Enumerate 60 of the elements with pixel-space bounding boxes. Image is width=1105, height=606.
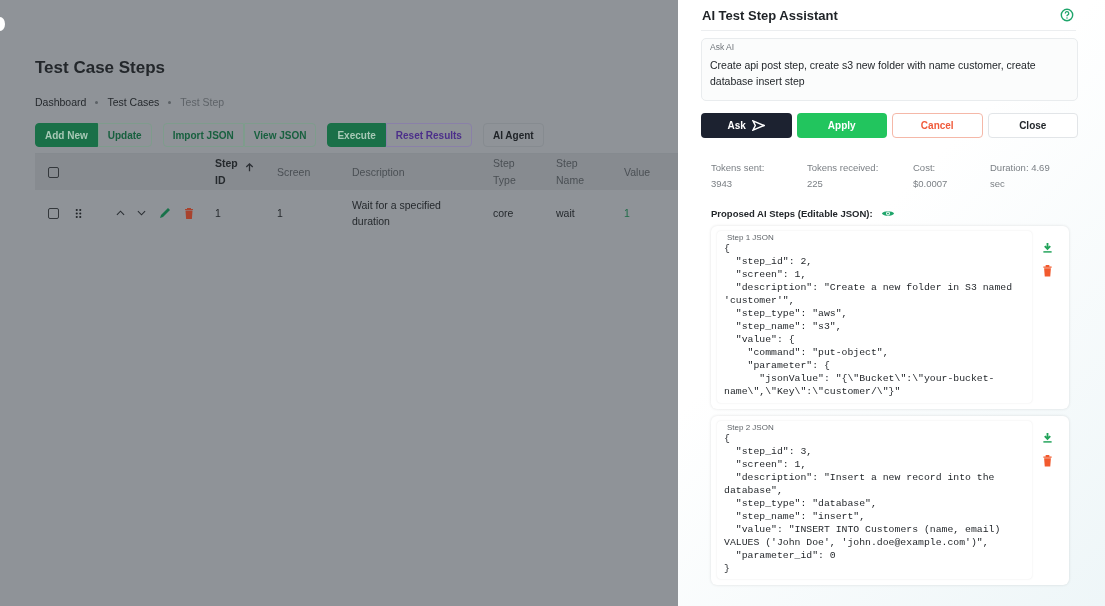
toolbar-button[interactable]: View JSON bbox=[243, 123, 317, 147]
panel-title: AI Test Step Assistant bbox=[702, 7, 838, 23]
select-all-checkbox[interactable] bbox=[48, 166, 59, 178]
page-title: Test Case Steps bbox=[35, 58, 167, 78]
toolbar-button[interactable]: Import JSON bbox=[162, 123, 244, 147]
field-label: Step 2 JSON bbox=[727, 423, 775, 432]
stat-value: 3943 bbox=[711, 177, 734, 191]
breadcrumb-link[interactable]: Dashboard bbox=[35, 96, 87, 108]
help-icon[interactable] bbox=[1060, 8, 1074, 22]
table-cell-text: wait bbox=[556, 206, 575, 221]
action-button[interactable]: Ask bbox=[701, 113, 792, 138]
trash-icon[interactable] bbox=[1042, 454, 1053, 467]
action-button[interactable]: Cancel bbox=[892, 113, 983, 138]
json-text: { "step_id": 2, "screen": 1, "description": "Create a new folder in S3 named 'customer'", "step_type": "aws", "step_name": "s3", "value": { "command": "put-object", "parameter": { "jsonValue": "{\"Bucket\":\"your-bucket-name\",\"Key\":\"customer/\"}" bbox=[724, 242, 1014, 398]
column-header[interactable]: Value bbox=[624, 163, 651, 181]
column-header[interactable]: Step Name bbox=[556, 155, 584, 189]
stat-label: Tokens sent: bbox=[711, 161, 766, 175]
stat-label: Duration: 4.69 bbox=[990, 161, 1051, 175]
sort-arrow-icon[interactable] bbox=[243, 161, 255, 173]
download-icon[interactable] bbox=[1042, 431, 1053, 444]
drag-handle-icon[interactable] bbox=[75, 207, 82, 219]
row-checkbox[interactable] bbox=[48, 207, 59, 219]
stat-label: Cost: bbox=[913, 161, 937, 175]
toolbar-button[interactable]: Reset Results bbox=[385, 123, 472, 147]
toolbar-button[interactable]: AI Agent bbox=[482, 123, 544, 147]
separator-dot bbox=[95, 100, 99, 104]
stat-label: Tokens received: bbox=[807, 161, 880, 175]
table-cell-text: 1 bbox=[277, 206, 283, 221]
action-button[interactable]: Apply bbox=[796, 113, 887, 138]
eye-icon[interactable] bbox=[880, 209, 895, 218]
send-icon bbox=[751, 120, 765, 131]
breadcrumb-link[interactable]: Test Cases bbox=[107, 96, 160, 108]
column-header[interactable]: Screen bbox=[277, 163, 311, 181]
table-cell-text: Wait for a specified duration bbox=[352, 198, 442, 229]
json-text: { "step_id": 3, "screen": 1, "description": "Insert a new record into the database", "step_type": "database", "step_name": "insert", "value": "INSERT INTO Customers (name, email) VALUES ('John Doe', 'john.doe@example.com')", "parameter_id": 0 } bbox=[724, 432, 1002, 575]
toolbar-button[interactable]: Update bbox=[97, 123, 152, 147]
download-icon[interactable] bbox=[1042, 241, 1053, 254]
table-cell-text: core bbox=[493, 206, 514, 221]
table-cell-text: 1 bbox=[215, 206, 221, 221]
stat-value: 225 bbox=[807, 177, 824, 191]
field-label: Step 1 JSON bbox=[727, 233, 775, 242]
toolbar-button[interactable]: Add New bbox=[35, 123, 98, 147]
chevron-down-icon[interactable] bbox=[137, 210, 146, 216]
field-label: Ask AI bbox=[710, 42, 736, 52]
action-button[interactable]: Close bbox=[987, 113, 1078, 138]
trash-icon[interactable] bbox=[1042, 264, 1053, 277]
toolbar-button[interactable]: Execute bbox=[327, 123, 386, 147]
section-title: Proposed AI Steps (Editable JSON): bbox=[711, 208, 873, 219]
column-header[interactable]: Step ID bbox=[215, 155, 238, 189]
ask-field[interactable]: Ask AI Create api post step, create s3 new folder with name customer, create database insert step bbox=[701, 38, 1078, 101]
table-cell-text: 1 bbox=[624, 206, 630, 221]
stat-value: $0.0007 bbox=[913, 177, 949, 191]
column-header[interactable]: Step Type bbox=[493, 155, 516, 189]
column-header[interactable]: Description bbox=[352, 163, 405, 181]
pencil-icon[interactable] bbox=[158, 206, 172, 220]
separator-dot bbox=[168, 100, 172, 104]
prompt-text: Create api post step, create s3 new folder with name customer, create database insert step bbox=[710, 58, 1037, 89]
chevron-up-icon[interactable] bbox=[116, 210, 125, 216]
stat-value: sec bbox=[990, 177, 1006, 191]
trash-icon[interactable] bbox=[182, 206, 196, 220]
